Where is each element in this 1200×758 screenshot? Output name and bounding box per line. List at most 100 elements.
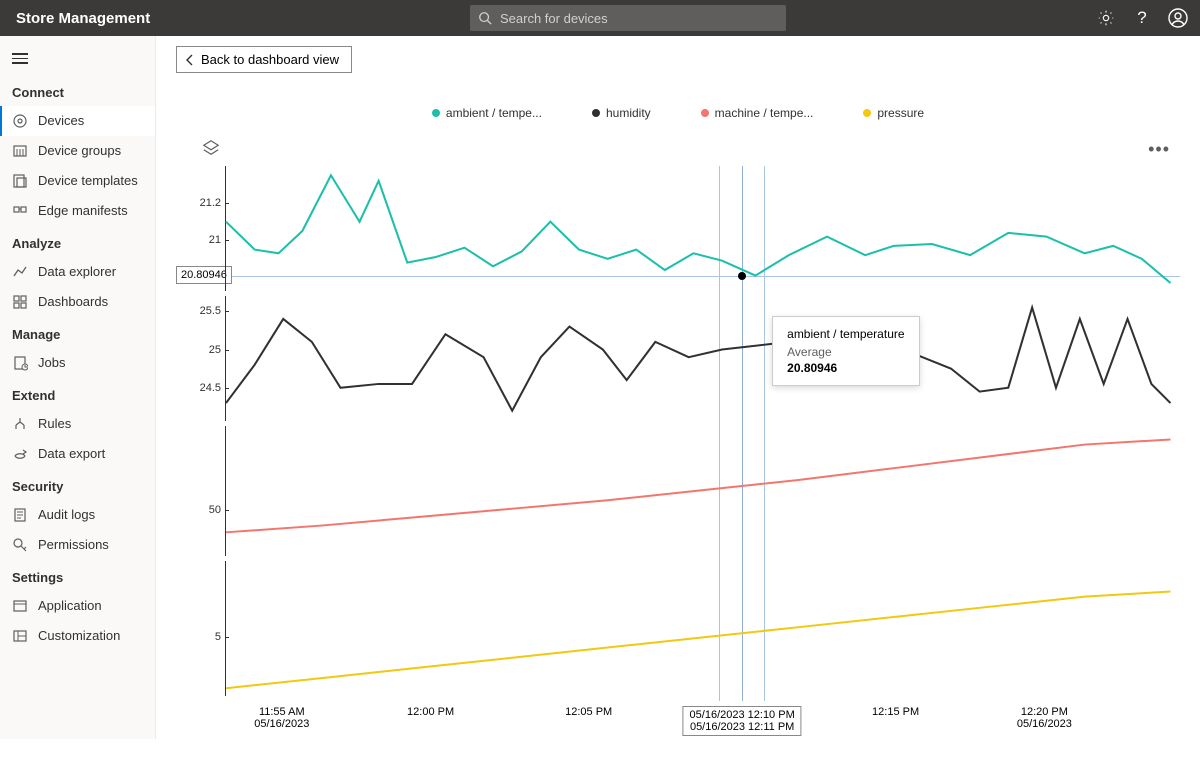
section-header: Analyze	[0, 226, 155, 257]
sidebar-item-label: Edge manifests	[38, 203, 128, 218]
legend-item[interactable]: ambient / tempe...	[432, 106, 542, 120]
legend-label: pressure	[877, 106, 924, 120]
app-title: Store Management	[16, 10, 150, 27]
y-tick: 21.2	[200, 197, 221, 209]
hamburger-menu[interactable]	[0, 42, 155, 75]
main-content: Back to dashboard view ambient / tempe..…	[156, 36, 1200, 739]
sidebar-item-label: Audit logs	[38, 507, 95, 522]
chevron-left-icon	[185, 54, 195, 66]
tooltip-value: 20.80946	[787, 361, 904, 375]
sidebar-item-label: Devices	[38, 113, 84, 128]
sidebar-item-device-templates[interactable]: Device templates	[0, 166, 155, 196]
section-header: Manage	[0, 317, 155, 348]
chart-legend: ambient / tempe... humidity machine / temp…	[176, 106, 1180, 120]
section-header: Security	[0, 469, 155, 500]
sidebar-item-label: Data explorer	[38, 264, 116, 279]
chart-area: ambient / tempe... humidity machine / temp…	[176, 106, 1180, 729]
sidebar-item-data-export[interactable]: Data export	[0, 439, 155, 469]
y-tick: 50	[209, 504, 221, 516]
x-tick: 12:15 PM	[872, 706, 919, 718]
sidebar-item-label: Device groups	[38, 143, 121, 158]
chart-panel-machine_temperature: 50	[176, 426, 1180, 561]
more-icon[interactable]: •••	[1148, 139, 1170, 160]
back-button-label: Back to dashboard view	[201, 52, 339, 67]
legend-dot	[592, 109, 600, 117]
sidebar-item-label: Application	[38, 598, 102, 613]
y-axis: 5	[176, 561, 226, 696]
data-export-icon	[12, 446, 28, 462]
settings-icon[interactable]	[1096, 8, 1116, 28]
y-tick: 25	[209, 344, 221, 356]
y-axis: 24.5 25 25.5	[176, 296, 226, 421]
account-icon[interactable]	[1168, 8, 1188, 28]
tooltip-title: ambient / temperature	[787, 327, 904, 341]
chart-panel-ambient_temperature: 20.80946 2121.2	[176, 166, 1180, 296]
sidebar-item-application[interactable]: Application	[0, 591, 155, 621]
legend-item[interactable]: pressure	[863, 106, 924, 120]
sidebar-item-label: Data export	[38, 446, 105, 461]
sidebar-item-label: Permissions	[38, 537, 109, 552]
devices-icon	[12, 113, 28, 129]
charts-container: 20.80946 21 21.2 24.5 25 25.5 50 5	[176, 166, 1180, 729]
search-icon	[478, 11, 492, 25]
sidebar-item-customization[interactable]: Customization	[0, 621, 155, 651]
search-box[interactable]	[470, 5, 786, 31]
legend-item[interactable]: humidity	[592, 106, 651, 120]
legend-label: machine / tempe...	[715, 106, 814, 120]
chart-tooltip: ambient / temperature Average 20.80946	[772, 316, 919, 386]
y-tick: 24.5	[200, 382, 221, 394]
x-tick: 12:05 PM	[565, 706, 612, 718]
audit-logs-icon	[12, 507, 28, 523]
sidebar-item-audit-logs[interactable]: Audit logs	[0, 500, 155, 530]
sidebar-item-devices[interactable]: Devices	[0, 106, 155, 136]
x-tick: 12:00 PM	[407, 706, 454, 718]
customization-icon	[12, 628, 28, 644]
sidebar-item-label: Dashboards	[38, 294, 108, 309]
permissions-icon	[12, 537, 28, 553]
y-tick: 21	[209, 234, 221, 246]
x-axis: 11:55 AM05/16/2023 12:00 PM 12:05 PM 12:…	[226, 706, 1180, 758]
rules-icon	[12, 416, 28, 432]
sidebar-item-label: Customization	[38, 628, 120, 643]
device-templates-icon	[12, 173, 28, 189]
app-header: Store Management ?	[0, 0, 1200, 36]
jobs-icon	[12, 355, 28, 371]
legend-label: ambient / tempe...	[446, 106, 542, 120]
x-tick: 12:20 PM05/16/2023	[1017, 706, 1072, 730]
legend-dot	[432, 109, 440, 117]
chart-plot[interactable]	[226, 296, 1180, 426]
dashboards-icon	[12, 294, 28, 310]
x-cursor-label: 05/16/2023 12:10 PM05/16/2023 12:11 PM	[683, 706, 802, 736]
y-axis: 50	[176, 426, 226, 556]
chart-plot[interactable]	[226, 166, 1180, 296]
search-input[interactable]	[500, 11, 778, 26]
data-explorer-icon	[12, 264, 28, 280]
chart-plot[interactable]	[226, 426, 1180, 561]
sidebar-item-data-explorer[interactable]: Data explorer	[0, 257, 155, 287]
sidebar-item-label: Device templates	[38, 173, 138, 188]
sidebar-item-permissions[interactable]: Permissions	[0, 530, 155, 560]
sidebar-item-rules[interactable]: Rules	[0, 409, 155, 439]
application-icon	[12, 598, 28, 614]
legend-dot	[863, 109, 871, 117]
sidebar-item-device-groups[interactable]: Device groups	[0, 136, 155, 166]
sidebar-item-dashboards[interactable]: Dashboards	[0, 287, 155, 317]
chart-plot[interactable]	[226, 561, 1180, 701]
legend-item[interactable]: machine / tempe...	[701, 106, 814, 120]
section-header: Connect	[0, 75, 155, 106]
help-icon[interactable]: ?	[1132, 8, 1152, 28]
sidebar-item-edge-manifests[interactable]: Edge manifests	[0, 196, 155, 226]
layers-icon[interactable]	[202, 139, 220, 162]
sidebar-item-jobs[interactable]: Jobs	[0, 348, 155, 378]
legend-dot	[701, 109, 709, 117]
section-header: Settings	[0, 560, 155, 591]
header-actions: ?	[1096, 0, 1188, 36]
device-groups-icon	[12, 143, 28, 159]
back-button[interactable]: Back to dashboard view	[176, 46, 352, 73]
chart-panel-humidity: 24.5 25 25.5	[176, 296, 1180, 426]
y-tick: 25.5	[200, 305, 221, 317]
y-axis: 21 21.2	[176, 166, 226, 291]
sidebar-item-label: Jobs	[38, 355, 65, 370]
y-tick: 5	[215, 631, 221, 643]
sidebar-item-label: Rules	[38, 416, 71, 431]
